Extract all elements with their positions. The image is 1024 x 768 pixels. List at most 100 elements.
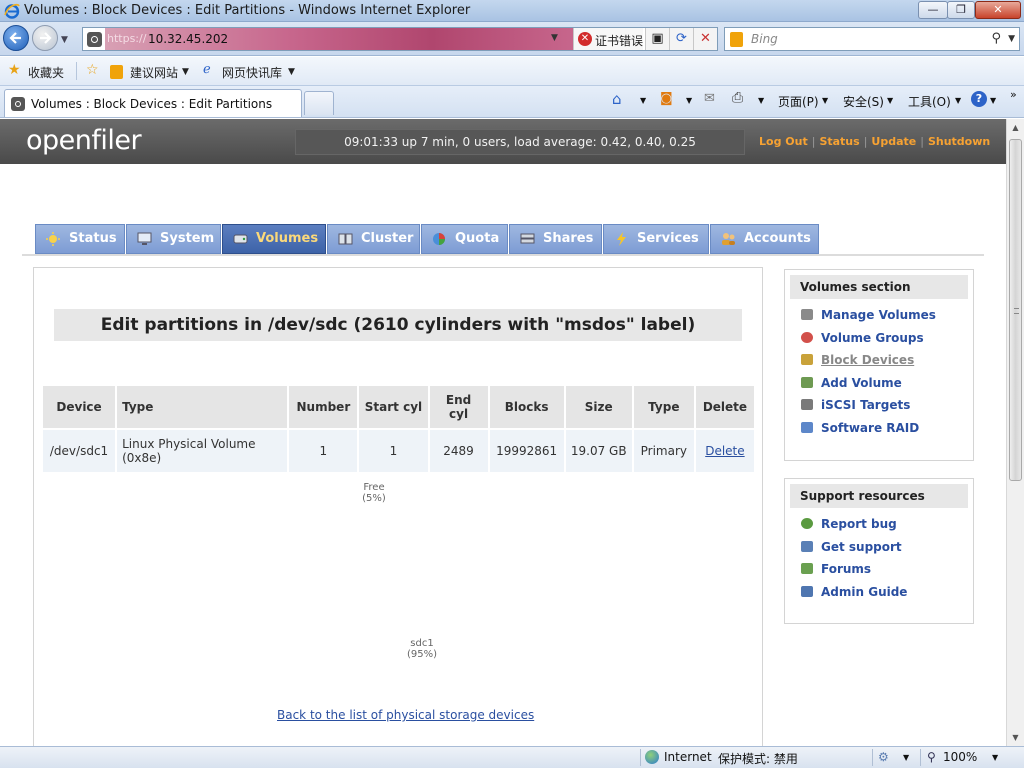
mail-icon[interactable]: ✉ <box>704 91 715 106</box>
minimize-button[interactable]: — <box>918 1 948 19</box>
tools-menu[interactable]: 工具(O) <box>908 93 951 110</box>
search-options-dropdown-icon[interactable]: ▼ <box>1008 34 1015 44</box>
recent-pages-dropdown-icon[interactable]: ▼ <box>61 35 68 45</box>
nav-tab-services[interactable]: Services <box>603 224 709 254</box>
new-tab-button[interactable] <box>304 91 334 115</box>
feeds-dropdown-icon[interactable]: ▼ <box>686 96 692 105</box>
nav-tab-shares[interactable]: Shares <box>509 224 602 254</box>
more-commands-icon[interactable]: » <box>1010 88 1017 101</box>
manage-volumes-icon <box>801 309 813 320</box>
add-favorite-icon[interactable]: ☆ <box>86 62 99 78</box>
delete-partition-link[interactable]: Delete <box>705 444 744 458</box>
search-box[interactable]: Bing ⚲ ▼ <box>724 27 1020 51</box>
web-slice-gallery-link[interactable]: 网页快讯库 <box>222 64 282 81</box>
add-ons-icon[interactable]: ⚙ <box>878 750 889 764</box>
page-menu-dropdown-icon[interactable]: ▼ <box>822 96 828 105</box>
nav-tab-accounts[interactable]: Accounts <box>710 224 819 254</box>
table-header-row: Device Type Number Start cyl End cyl Blo… <box>43 386 754 428</box>
compatibility-view-icon[interactable]: ▣ <box>645 28 669 50</box>
sidebar-item-get-support[interactable]: Get support <box>799 539 973 562</box>
forward-arrow-icon <box>40 32 52 44</box>
back-button[interactable] <box>3 25 29 51</box>
sidebar-item-iscsi-targets[interactable]: iSCSI Targets <box>799 397 973 420</box>
nav-tab-volumes[interactable]: Volumes <box>222 224 326 254</box>
sidebar-item-label: Volume Groups <box>821 330 924 345</box>
support-resources-title: Support resources <box>790 484 968 508</box>
openfiler-logo[interactable]: openfiler <box>26 125 142 156</box>
suggested-sites-dropdown-icon[interactable]: ▼ <box>182 67 189 77</box>
print-icon[interactable]: ⎙ <box>732 90 743 106</box>
protected-mode-status[interactable]: 保护模式: 禁用 <box>718 750 798 767</box>
column-header-end-cyl: End cyl <box>429 386 488 428</box>
tab-title: Volumes : Block Devices : Edit Partition… <box>31 97 273 111</box>
scrollbar-thumb[interactable] <box>1009 139 1022 481</box>
address-dropdown-icon[interactable]: ▼ <box>551 33 558 43</box>
home-dropdown-icon[interactable]: ▼ <box>640 96 646 105</box>
url-host[interactable]: 10.32.45.202 <box>148 32 228 46</box>
nav-tab-cluster[interactable]: Cluster <box>327 224 420 254</box>
favorites-button[interactable]: 收藏夹 <box>28 64 64 81</box>
browser-tab-active[interactable]: Volumes : Block Devices : Edit Partition… <box>4 89 302 117</box>
sidebar-item-add-volume[interactable]: Add Volume <box>799 375 973 398</box>
tools-menu-dropdown-icon[interactable]: ▼ <box>955 96 961 105</box>
security-zone[interactable]: Internet <box>664 750 712 764</box>
cell-number: 1 <box>289 430 358 472</box>
feeds-icon[interactable]: ◙ <box>660 91 673 106</box>
zoom-icon[interactable]: ⚲ <box>927 750 936 764</box>
nav-tab-label: Quota <box>455 231 500 246</box>
monitor-icon <box>137 232 152 245</box>
column-header-size: Size <box>565 386 632 428</box>
nav-tab-status[interactable]: Status <box>35 224 125 254</box>
help-dropdown-icon[interactable]: ▼ <box>990 96 996 105</box>
status-bar: Internet 保护模式: 禁用 ⚙ ▼ ⚲ 100% ▼ <box>0 746 1024 768</box>
certificate-error-button[interactable]: ✕ 证书错误 <box>573 28 643 50</box>
search-placeholder[interactable]: Bing <box>751 32 778 46</box>
shutdown-link[interactable]: Shutdown <box>928 135 990 148</box>
safety-menu-dropdown-icon[interactable]: ▼ <box>887 96 893 105</box>
nav-tab-quota[interactable]: Quota <box>421 224 508 254</box>
help-icon[interactable]: ? <box>971 91 987 107</box>
column-header-delete: Delete <box>695 386 754 428</box>
drive-icon <box>520 233 535 244</box>
back-to-devices-link[interactable]: Back to the list of physical storage dev… <box>277 708 534 722</box>
logout-link[interactable]: Log Out <box>759 135 808 148</box>
ie-logo-icon <box>4 3 20 19</box>
page-menu[interactable]: 页面(P) <box>778 93 819 110</box>
scroll-up-icon[interactable]: ▲ <box>1007 119 1024 136</box>
refresh-icon[interactable]: ⟳ <box>669 28 693 50</box>
sidebar-item-report-bug[interactable]: Report bug <box>799 516 973 539</box>
sidebar-item-block-devices[interactable]: Block Devices <box>799 352 973 375</box>
sidebar-item-volume-groups[interactable]: Volume Groups <box>799 330 973 353</box>
status-link[interactable]: Status <box>819 135 859 148</box>
restore-button[interactable]: ❐ <box>947 1 975 19</box>
search-icon[interactable]: ⚲ <box>991 31 1001 46</box>
zoom-level[interactable]: 100% <box>943 750 977 764</box>
scroll-down-icon[interactable]: ▼ <box>1007 729 1024 746</box>
sidebar-item-admin-guide[interactable]: Admin Guide <box>799 584 973 607</box>
add-ons-dropdown-icon[interactable]: ▼ <box>903 753 909 762</box>
print-dropdown-icon[interactable]: ▼ <box>758 96 764 105</box>
sidebar-item-forums[interactable]: Forums <box>799 561 973 584</box>
close-window-button[interactable]: ✕ <box>975 1 1021 19</box>
forward-button[interactable] <box>32 25 58 51</box>
pie-label-sdc1: sdc1 (95%) <box>402 638 442 660</box>
sidebar-item-manage-volumes[interactable]: Manage Volumes <box>799 307 973 330</box>
column-header-partition-type: Type <box>633 386 694 428</box>
stop-icon[interactable]: ✕ <box>693 28 717 50</box>
nav-tab-label: Services <box>637 231 699 246</box>
internet-zone-icon <box>645 750 659 764</box>
address-bar[interactable]: https:// 10.32.45.202 ▼ ✕ 证书错误 ▣ ⟳ ✕ <box>82 27 718 51</box>
nav-tab-system[interactable]: System <box>126 224 221 254</box>
home-icon[interactable]: ⌂ <box>612 90 622 108</box>
servers-icon <box>338 233 353 245</box>
update-link[interactable]: Update <box>871 135 916 148</box>
volumes-section-panel: Volumes section Manage Volumes Volume Gr… <box>784 269 974 461</box>
suggested-sites-link[interactable]: 建议网站 <box>130 64 178 81</box>
web-slice-dropdown-icon[interactable]: ▼ <box>288 67 295 77</box>
zoom-dropdown-icon[interactable]: ▼ <box>992 753 998 762</box>
pie-label-free: Free (5%) <box>354 482 394 504</box>
safety-menu[interactable]: 安全(S) <box>843 93 884 110</box>
vertical-scrollbar[interactable]: ▲ ▼ <box>1006 119 1024 746</box>
sidebar-item-label: Software RAID <box>821 420 920 435</box>
sidebar-item-software-raid[interactable]: Software RAID <box>799 420 973 443</box>
